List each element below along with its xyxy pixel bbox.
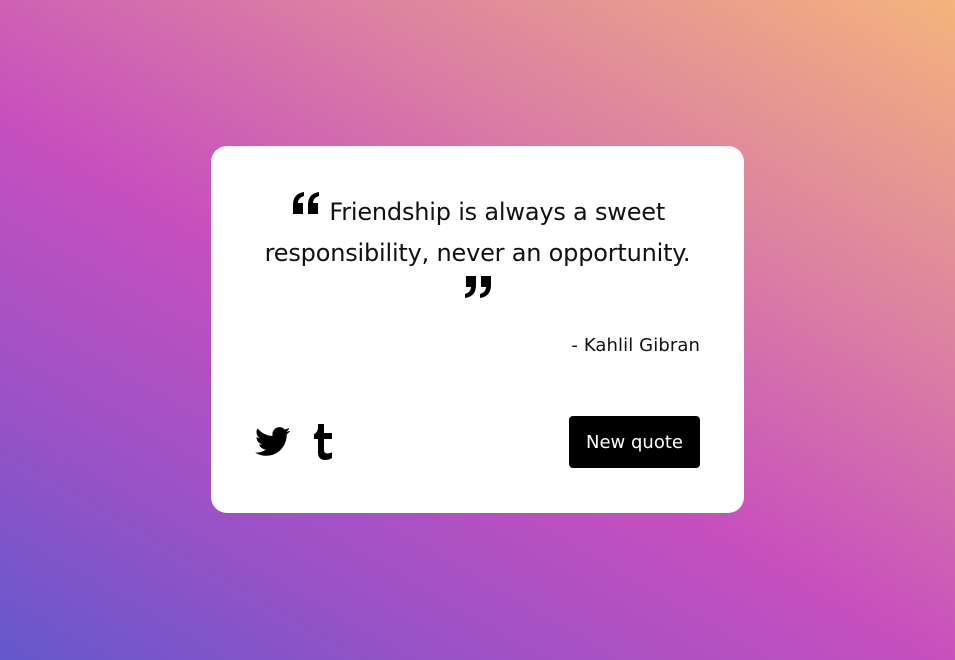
quote-text-block: Friendship is always a sweet responsibil… [255,192,700,315]
tumblr-icon[interactable] [313,424,335,464]
new-quote-button[interactable]: New quote [569,416,700,468]
share-links [255,424,335,464]
quote-text: Friendship is always a sweet responsibil… [264,198,691,267]
twitter-icon[interactable] [255,427,291,461]
quote-box: Friendship is always a sweet responsibil… [211,146,744,513]
quote-author: - Kahlil Gibran [571,335,700,356]
quote-left-icon [290,192,322,220]
quote-right-icon [462,276,494,302]
